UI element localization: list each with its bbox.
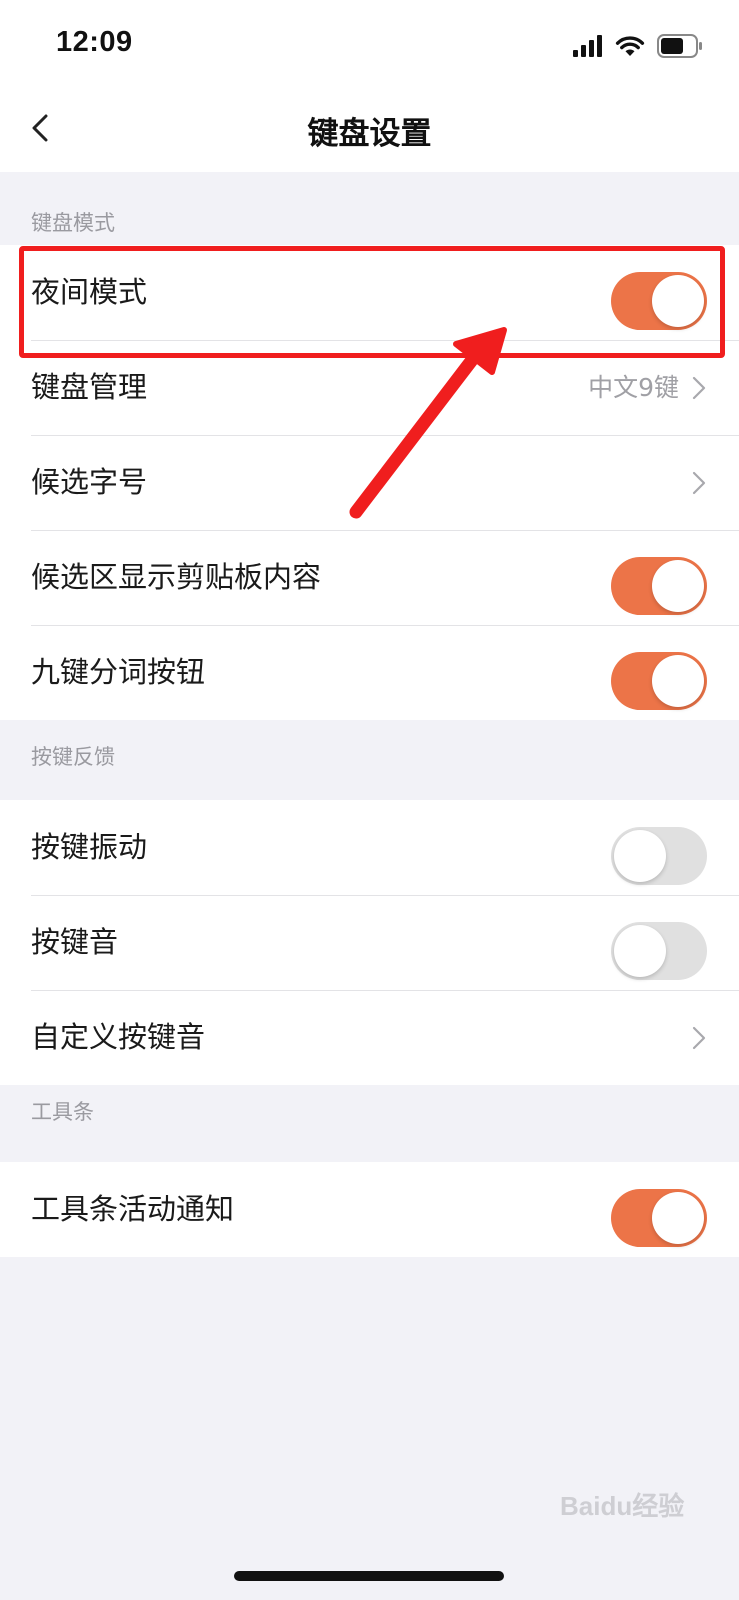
toolbar-group: 工具条活动通知 [0,1162,739,1257]
toggle-knob [614,830,666,882]
keyboard-manage-row[interactable]: 键盘管理 中文9键 [0,340,739,435]
toggle-knob [652,655,704,707]
section-header-toolbar: 工具条 [31,1100,94,1124]
key-vibration-toggle[interactable] [611,827,707,885]
nine-key-segmentation-label: 九键分词按钮 [31,655,206,689]
toolbar-notifications-toggle[interactable] [611,1189,707,1247]
key-sound-toggle[interactable] [611,922,707,980]
toolbar-notifications-label: 工具条活动通知 [31,1192,235,1226]
nav-bar: 键盘设置 [0,88,739,172]
candidate-font-size-row[interactable]: 候选字号 [0,435,739,530]
home-indicator [234,1571,504,1581]
status-time: 12:09 [56,26,133,58]
cellular-signal-icon [573,35,602,57]
section-header-keyboard-mode: 键盘模式 [31,211,115,235]
watermark: Baidu经验 [560,1491,685,1521]
chevron-right-icon [692,1026,706,1050]
clipboard-in-candidates-toggle[interactable] [611,557,707,615]
toggle-knob [652,1192,704,1244]
section-header-key-feedback: 按键反馈 [31,745,115,769]
status-icons [573,30,703,62]
toggle-knob [652,560,704,612]
clipboard-in-candidates-row[interactable]: 候选区显示剪贴板内容 [0,530,739,625]
nine-key-segmentation-row[interactable]: 九键分词按钮 [0,625,739,720]
nine-key-segmentation-toggle[interactable] [611,652,707,710]
page-title: 键盘设置 [307,116,432,152]
candidate-font-size-label: 候选字号 [31,465,148,499]
toggle-knob [614,925,666,977]
key-sound-label: 按键音 [31,925,119,959]
battery-icon [657,34,702,58]
night-mode-row[interactable]: 夜间模式 [0,245,739,340]
wifi-icon [615,36,645,56]
chevron-right-icon [692,376,706,400]
key-feedback-group: 按键振动 按键音 自定义按键音 [0,800,739,1085]
key-sound-row[interactable]: 按键音 [0,895,739,990]
keyboard-mode-group: 夜间模式 键盘管理 中文9键 候选字号 候选区显示剪贴板内容 九键分词按钮 [0,245,739,720]
key-vibration-row[interactable]: 按键振动 [0,800,739,895]
keyboard-manage-value: 中文9键 [588,373,679,402]
night-mode-label: 夜间模式 [31,275,148,309]
custom-key-sound-label: 自定义按键音 [31,1020,206,1054]
toggle-knob [652,275,704,327]
clipboard-in-candidates-label: 候选区显示剪贴板内容 [31,560,322,594]
toolbar-notifications-row[interactable]: 工具条活动通知 [0,1162,739,1257]
key-vibration-label: 按键振动 [31,830,148,864]
custom-key-sound-row[interactable]: 自定义按键音 [0,990,739,1085]
night-mode-toggle[interactable] [611,272,707,330]
keyboard-manage-label: 键盘管理 [31,370,148,404]
chevron-right-icon [692,471,706,495]
status-bar: 12:09 [0,0,739,88]
